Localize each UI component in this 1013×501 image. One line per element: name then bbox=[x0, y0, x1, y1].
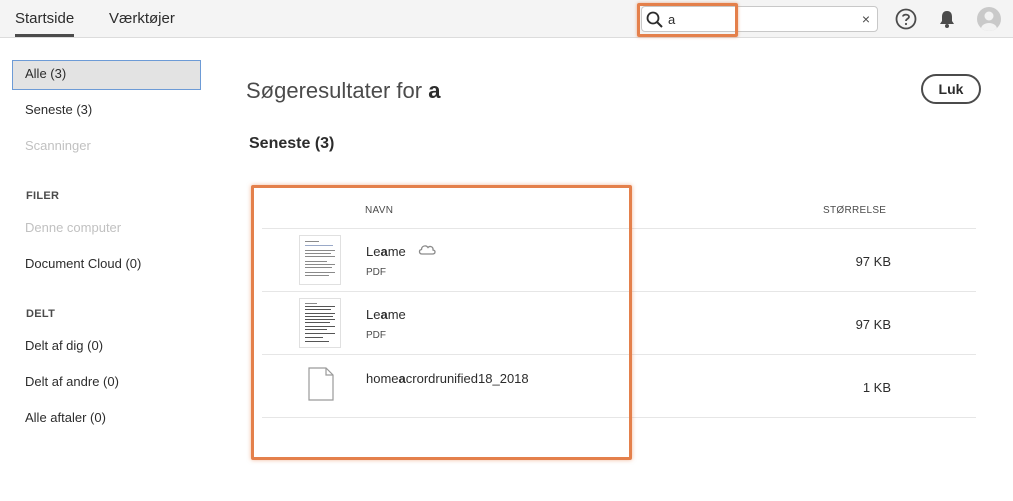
avatar-silhouette bbox=[981, 11, 997, 31]
sidebar-item-shared-by-others[interactable]: Delt af andre (0) bbox=[12, 368, 201, 398]
avatar-icon[interactable] bbox=[977, 7, 1001, 31]
files-heading: FILER bbox=[26, 190, 60, 202]
tab-tools-label: Værktøjer bbox=[109, 10, 175, 27]
page-title-prefix: Søgeresultater for bbox=[246, 78, 423, 103]
file-type: PDF bbox=[366, 267, 386, 278]
file-name-match: a bbox=[380, 307, 388, 322]
active-tab-indicator bbox=[15, 34, 74, 37]
sidebar-item-label: Seneste (3) bbox=[25, 102, 93, 117]
file-name-part: Le bbox=[366, 307, 381, 322]
tab-tools[interactable]: Værktøjer bbox=[109, 10, 175, 27]
shared-heading: DELT bbox=[26, 308, 56, 320]
page-title: Søgeresultater for a bbox=[246, 78, 440, 104]
file-row[interactable]: Leame PDF 97 KB bbox=[262, 228, 976, 291]
sidebar-item-label: Alle aftaler (0) bbox=[25, 410, 106, 425]
sidebar-item-recent[interactable]: Seneste (3) bbox=[12, 96, 201, 126]
sidebar-item-all[interactable]: Alle (3) bbox=[12, 60, 201, 90]
sidebar-item-label: Alle (3) bbox=[25, 66, 67, 81]
tab-home-label: Startside bbox=[15, 10, 75, 27]
file-type: PDF bbox=[366, 330, 386, 341]
file-name: Leame bbox=[366, 307, 406, 322]
top-bar: Startside Værktøjer a × bbox=[0, 0, 1013, 38]
sidebar-item-label: Denne computer bbox=[25, 220, 122, 235]
column-header-size[interactable]: STØRRELSE bbox=[823, 205, 886, 216]
sidebar-item-all-agreements[interactable]: Alle aftaler (0) bbox=[12, 404, 201, 434]
file-name-part: crordrunified18_2018 bbox=[405, 371, 529, 386]
file-size: 97 KB bbox=[855, 317, 891, 332]
file-size: 97 KB bbox=[855, 254, 891, 269]
help-icon[interactable] bbox=[895, 8, 917, 30]
file-name-match: a bbox=[398, 371, 406, 386]
search-value: a bbox=[668, 12, 676, 27]
sidebar-item-shared-by-you[interactable]: Delt af dig (0) bbox=[12, 332, 201, 362]
tab-home[interactable]: Startside bbox=[15, 10, 75, 37]
file-row[interactable]: Leame PDF 97 KB bbox=[262, 291, 976, 354]
file-name-part: me bbox=[387, 307, 406, 322]
file-name-part: Le bbox=[366, 244, 381, 259]
search-icon bbox=[646, 11, 663, 28]
sidebar-item-scans: Scanninger bbox=[12, 132, 201, 162]
pdf-thumbnail bbox=[299, 298, 341, 348]
sidebar-item-label: Delt af dig (0) bbox=[25, 338, 104, 353]
sidebar-item-this-computer: Denne computer bbox=[12, 214, 201, 244]
cloud-icon bbox=[418, 245, 436, 255]
page-title-query: a bbox=[428, 78, 441, 103]
file-name-part: me bbox=[387, 244, 406, 259]
file-row[interactable]: homeacrordrunified18_2018 1 KB bbox=[262, 354, 976, 417]
close-button[interactable]: Luk bbox=[921, 74, 981, 104]
bell-icon[interactable] bbox=[937, 9, 957, 29]
clear-search-icon[interactable]: × bbox=[862, 11, 870, 27]
sidebar-item-label: Delt af andre (0) bbox=[25, 374, 119, 389]
section-heading: Seneste (3) bbox=[249, 135, 335, 152]
file-name: Leame bbox=[366, 244, 406, 259]
file-name: homeacrordrunified18_2018 bbox=[366, 371, 529, 386]
file-name-match: a bbox=[380, 244, 388, 259]
search-input[interactable]: a × bbox=[641, 6, 878, 32]
file-size: 1 KB bbox=[862, 380, 891, 395]
document-icon bbox=[308, 367, 334, 401]
file-name-part: home bbox=[366, 371, 399, 386]
sidebar-item-document-cloud[interactable]: Document Cloud (0) bbox=[12, 250, 201, 280]
sidebar-item-label: Scanninger bbox=[25, 138, 91, 153]
row-divider bbox=[262, 417, 976, 418]
sidebar-item-label: Document Cloud (0) bbox=[25, 256, 142, 271]
column-header-name[interactable]: NAVN bbox=[365, 205, 393, 216]
sidebar: Alle (3) Seneste (3) Scanninger FILER De… bbox=[0, 38, 215, 501]
pdf-thumbnail bbox=[299, 235, 341, 285]
